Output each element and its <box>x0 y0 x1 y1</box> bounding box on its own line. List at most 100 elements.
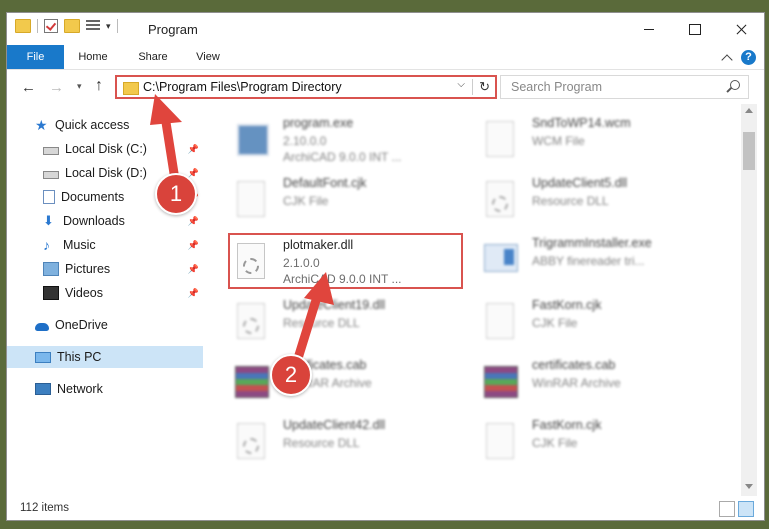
tab-view[interactable]: View <box>188 45 228 69</box>
file-name: FastKorn.cjk <box>532 298 602 312</box>
file-detail: WCM File <box>532 134 585 148</box>
network-icon <box>35 383 51 395</box>
document-icon <box>482 300 518 344</box>
tiles-view-icon[interactable] <box>738 501 754 517</box>
separator <box>37 19 38 33</box>
document-icon <box>233 178 269 222</box>
file-item[interactable]: DefaultFont.cjk CJK File <box>207 172 447 228</box>
sidebar-item-label: Downloads <box>63 214 125 228</box>
ribbon-tabs: File Home Share View ? <box>7 45 764 70</box>
minimize-button[interactable] <box>626 13 672 45</box>
winrar-icon <box>482 360 518 404</box>
title-bar: ▾ Program <box>7 13 764 45</box>
sidebar-item-quick-access[interactable]: ★ Quick access <box>7 114 203 136</box>
file-item[interactable]: UpdateClient42.dll Resource DLL <box>207 414 447 470</box>
file-item[interactable]: FastKorn.cjk CJK File <box>456 414 696 470</box>
file-name: SndToWP14.wcm <box>532 116 631 130</box>
search-box[interactable]: Search Program <box>500 75 749 99</box>
tab-home[interactable]: Home <box>71 45 115 69</box>
sidebar-item-local-disk-c[interactable]: Local Disk (C:) 📌 <box>7 138 203 160</box>
sidebar-item-label: OneDrive <box>55 318 108 332</box>
dll-icon <box>233 300 269 344</box>
chevron-down-icon[interactable]: ⌵ <box>457 79 465 90</box>
file-detail: CJK File <box>532 436 578 450</box>
file-name: certificates.cab <box>532 358 616 372</box>
pin-icon[interactable]: 📌 <box>188 264 199 275</box>
file-item-plotmaker[interactable]: plotmaker.dll 2.1.0.0 ArchiCAD 9.0.0 INT… <box>207 234 447 290</box>
properties-check-icon[interactable] <box>44 19 58 33</box>
details-view-icon[interactable] <box>719 501 735 517</box>
file-detail: ABBY finereader tri... <box>532 254 645 268</box>
file-detail: CJK File <box>283 194 329 208</box>
sidebar-item-label: Videos <box>65 286 103 300</box>
file-item[interactable]: certificates.cab WinRAR Archive <box>456 354 696 410</box>
file-detail: Resource DLL <box>283 436 360 450</box>
sidebar-item-music[interactable]: ♪ Music 📌 <box>7 234 203 256</box>
pin-icon[interactable]: 📌 <box>188 240 199 251</box>
vertical-scrollbar[interactable] <box>741 104 757 496</box>
dll-icon <box>482 178 518 222</box>
file-item[interactable]: FastKorn.cjk CJK File <box>456 294 696 350</box>
file-item[interactable]: TrigrammInstaller.exe ABBY finereader tr… <box>456 232 696 288</box>
file-item[interactable]: program.exe 2.10.0.0 ArchiCAD 9.0.0 INT … <box>207 112 447 168</box>
file-item[interactable]: UpdateClient5.dll Resource DLL <box>456 172 696 228</box>
sidebar-item-pictures[interactable]: Pictures 📌 <box>7 258 203 280</box>
tab-share[interactable]: Share <box>131 45 175 69</box>
file-item[interactable]: SndToWP14.wcm WCM File <box>456 112 696 168</box>
refresh-icon[interactable]: ↻ <box>479 79 490 95</box>
back-arrow-icon[interactable]: ← <box>21 79 36 96</box>
forward-arrow-icon[interactable]: → <box>49 79 64 96</box>
pin-icon[interactable]: 📌 <box>188 144 199 155</box>
sidebar-item-label: Quick access <box>55 118 130 132</box>
computer-icon <box>35 351 51 363</box>
item-count: 112 items <box>20 502 70 514</box>
address-bar[interactable]: C:\Program Files\Program Directory ⌵ ↻ <box>115 75 497 99</box>
sidebar-item-onedrive[interactable]: OneDrive <box>7 314 203 336</box>
sidebar-item-label: Network <box>57 382 103 396</box>
chevron-down-icon[interactable]: ▾ <box>77 81 82 92</box>
window-title: Program <box>148 22 198 37</box>
file-name: UpdateClient19.dll <box>283 298 386 312</box>
close-button[interactable] <box>718 13 764 45</box>
download-icon: ⬇ <box>43 213 54 228</box>
scroll-thumb[interactable] <box>743 132 755 170</box>
up-arrow-icon[interactable]: ↑ <box>95 77 103 95</box>
file-item[interactable]: certificates.cab WinRAR Archive <box>207 354 447 410</box>
file-detail: 2.10.0.0 <box>283 134 327 148</box>
properties-icon[interactable] <box>86 20 100 32</box>
help-icon[interactable]: ? <box>741 50 756 65</box>
file-detail: WinRAR Archive <box>532 376 621 390</box>
sidebar-item-this-pc[interactable]: This PC <box>7 346 203 368</box>
address-path[interactable]: C:\Program Files\Program Directory <box>143 80 342 94</box>
file-item[interactable]: UpdateClient19.dll Resource DLL <box>207 294 447 350</box>
scroll-down-icon[interactable] <box>745 484 753 489</box>
search-icon[interactable] <box>730 80 740 90</box>
sidebar-item-label: Local Disk (C:) <box>65 142 147 156</box>
documents-icon <box>43 190 55 204</box>
navigation-bar: ← → ▾ ↑ C:\Program Files\Program Directo… <box>7 70 764 104</box>
drive-icon <box>43 147 59 155</box>
star-icon: ★ <box>35 117 48 133</box>
folder-icon[interactable] <box>15 19 31 33</box>
pictures-icon <box>43 262 59 276</box>
file-detail: ArchiCAD 9.0.0 INT ... <box>283 150 402 164</box>
status-bar: 112 items <box>7 498 764 520</box>
pin-icon[interactable]: 📌 <box>188 288 199 299</box>
sidebar-item-network[interactable]: Network <box>7 378 203 400</box>
maximize-button[interactable] <box>672 13 718 45</box>
sidebar-item-videos[interactable]: Videos 📌 <box>7 282 203 304</box>
tab-file[interactable]: File <box>7 45 64 69</box>
pin-icon[interactable]: 📌 <box>188 216 199 227</box>
dll-icon <box>233 240 269 284</box>
file-name: plotmaker.dll <box>283 238 354 252</box>
scroll-up-icon[interactable] <box>745 108 753 113</box>
document-icon <box>482 118 518 162</box>
new-folder-icon[interactable] <box>64 19 80 33</box>
chevron-up-icon[interactable] <box>721 53 733 66</box>
chevron-down-icon[interactable]: ▾ <box>106 21 111 32</box>
quick-access-toolbar: ▾ <box>15 19 118 33</box>
step-2-badge: 2 <box>270 354 312 396</box>
search-placeholder[interactable]: Search Program <box>511 80 602 94</box>
file-name: DefaultFont.cjk <box>283 176 367 190</box>
pin-icon[interactable]: 📌 <box>188 168 199 179</box>
